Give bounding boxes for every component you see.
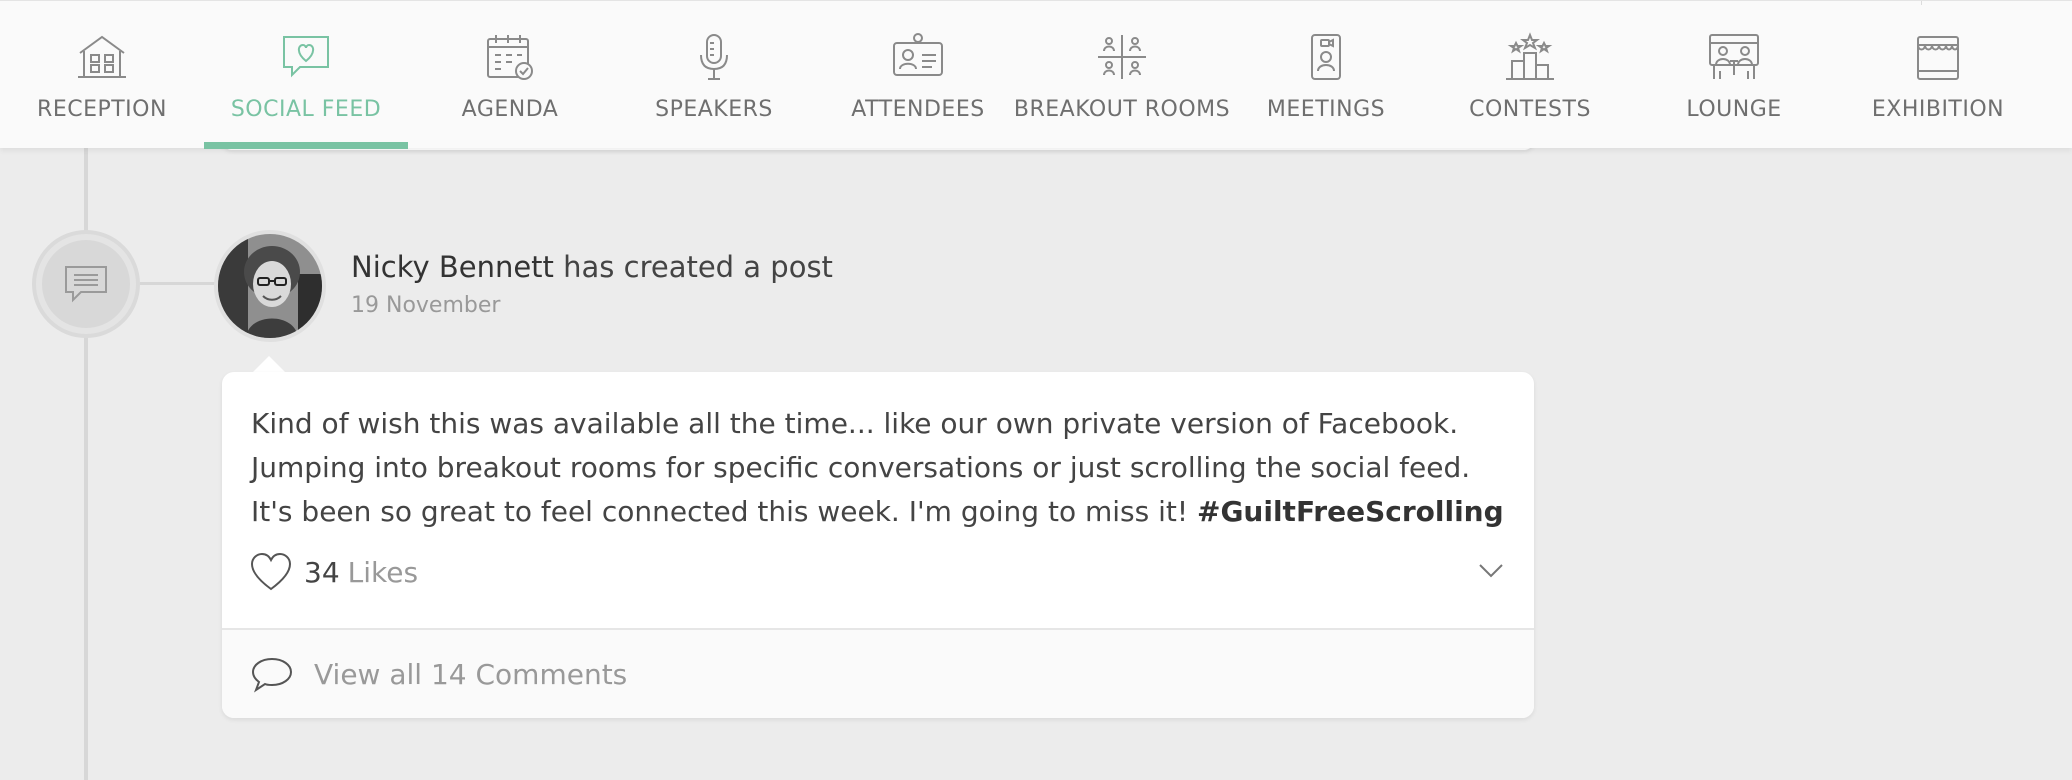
- nav-label-speakers: SPEAKERS: [655, 97, 773, 122]
- nav-label-attendees: ATTENDEES: [851, 97, 985, 122]
- nav-label-lounge: LOUNGE: [1686, 97, 1782, 122]
- nav-label-meetings: MEETINGS: [1266, 97, 1386, 122]
- heart-chat-icon: [278, 31, 334, 83]
- card-pointer: [252, 356, 286, 373]
- nav-item-contests[interactable]: CONTESTS: [1428, 1, 1632, 149]
- nav-item-meetings[interactable]: MEETINGS: [1224, 1, 1428, 149]
- comment-icon: [251, 657, 293, 693]
- nav-item-social-feed[interactable]: SOCIAL FEED: [204, 1, 408, 149]
- author-name[interactable]: Nicky Bennett: [351, 250, 554, 284]
- likes-count: 34: [304, 555, 340, 589]
- calendar-check-icon: [482, 31, 538, 83]
- active-tab-indicator: [204, 142, 408, 149]
- post-message-icon: [65, 266, 107, 303]
- post-body: Kind of wish this was available all the …: [251, 402, 1511, 534]
- timeline-connector: [140, 282, 216, 285]
- nav-item-agenda[interactable]: AGENDA: [408, 1, 612, 149]
- nav-item-breakout-rooms[interactable]: BREAKOUT ROOMS: [1014, 1, 1230, 149]
- likes-label: Likes: [347, 555, 419, 589]
- groups-icon: [1094, 31, 1150, 83]
- nav-item-speakers[interactable]: SPEAKERS: [612, 1, 816, 149]
- post-action-text: has created a post: [553, 250, 833, 284]
- nav-label-social-feed: SOCIAL FEED: [230, 97, 382, 122]
- view-comments-link[interactable]: View all 14 Comments: [250, 654, 627, 694]
- card-footer: View all 14 Comments: [222, 628, 1534, 718]
- id-card-icon: [890, 31, 946, 83]
- nav-label-breakout-rooms: BREAKOUT ROOMS: [1013, 97, 1231, 122]
- top-navigation: RECEPTION SOCIAL FEED AGENDA SPEAKERS AT…: [0, 0, 2072, 149]
- booth-icon: [1910, 31, 1966, 83]
- microphone-icon: [686, 31, 742, 83]
- avatar-photo: [218, 234, 322, 338]
- nav-item-reception[interactable]: RECEPTION: [0, 1, 204, 149]
- nav-item-exhibition[interactable]: EXHIBITION: [1836, 1, 2040, 149]
- video-phone-icon: [1298, 31, 1354, 83]
- timeline-node-inner: [42, 240, 130, 328]
- heart-icon[interactable]: [250, 552, 292, 592]
- post-card: Kind of wish this was available all the …: [222, 372, 1534, 718]
- nav-label-exhibition: EXHIBITION: [1871, 97, 2005, 122]
- nav-item-lounge[interactable]: LOUNGE: [1632, 1, 1836, 149]
- nav-label-agenda: AGENDA: [461, 97, 559, 122]
- avatar[interactable]: [214, 230, 326, 342]
- timeline-node: [32, 230, 140, 338]
- post-author-line: Nicky Bennett has created a post: [351, 250, 833, 284]
- lounge-icon: [1706, 31, 1762, 83]
- podium-icon: [1502, 31, 1558, 83]
- nav-bar: RECEPTION SOCIAL FEED AGENDA SPEAKERS AT…: [0, 1, 2072, 149]
- hashtag-link[interactable]: #GuiltFreeScrolling: [1197, 495, 1504, 528]
- likes-row: 34 Likes: [250, 552, 418, 592]
- building-icon: [74, 31, 130, 83]
- comments-label: View all 14 Comments: [314, 657, 628, 691]
- post-date: 19 November: [351, 293, 501, 318]
- nav-item-attendees[interactable]: ATTENDEES: [816, 1, 1020, 149]
- nav-label-reception: RECEPTION: [37, 97, 167, 122]
- nav-label-contests: CONTESTS: [1469, 97, 1591, 122]
- chevron-down-icon[interactable]: [1478, 562, 1504, 580]
